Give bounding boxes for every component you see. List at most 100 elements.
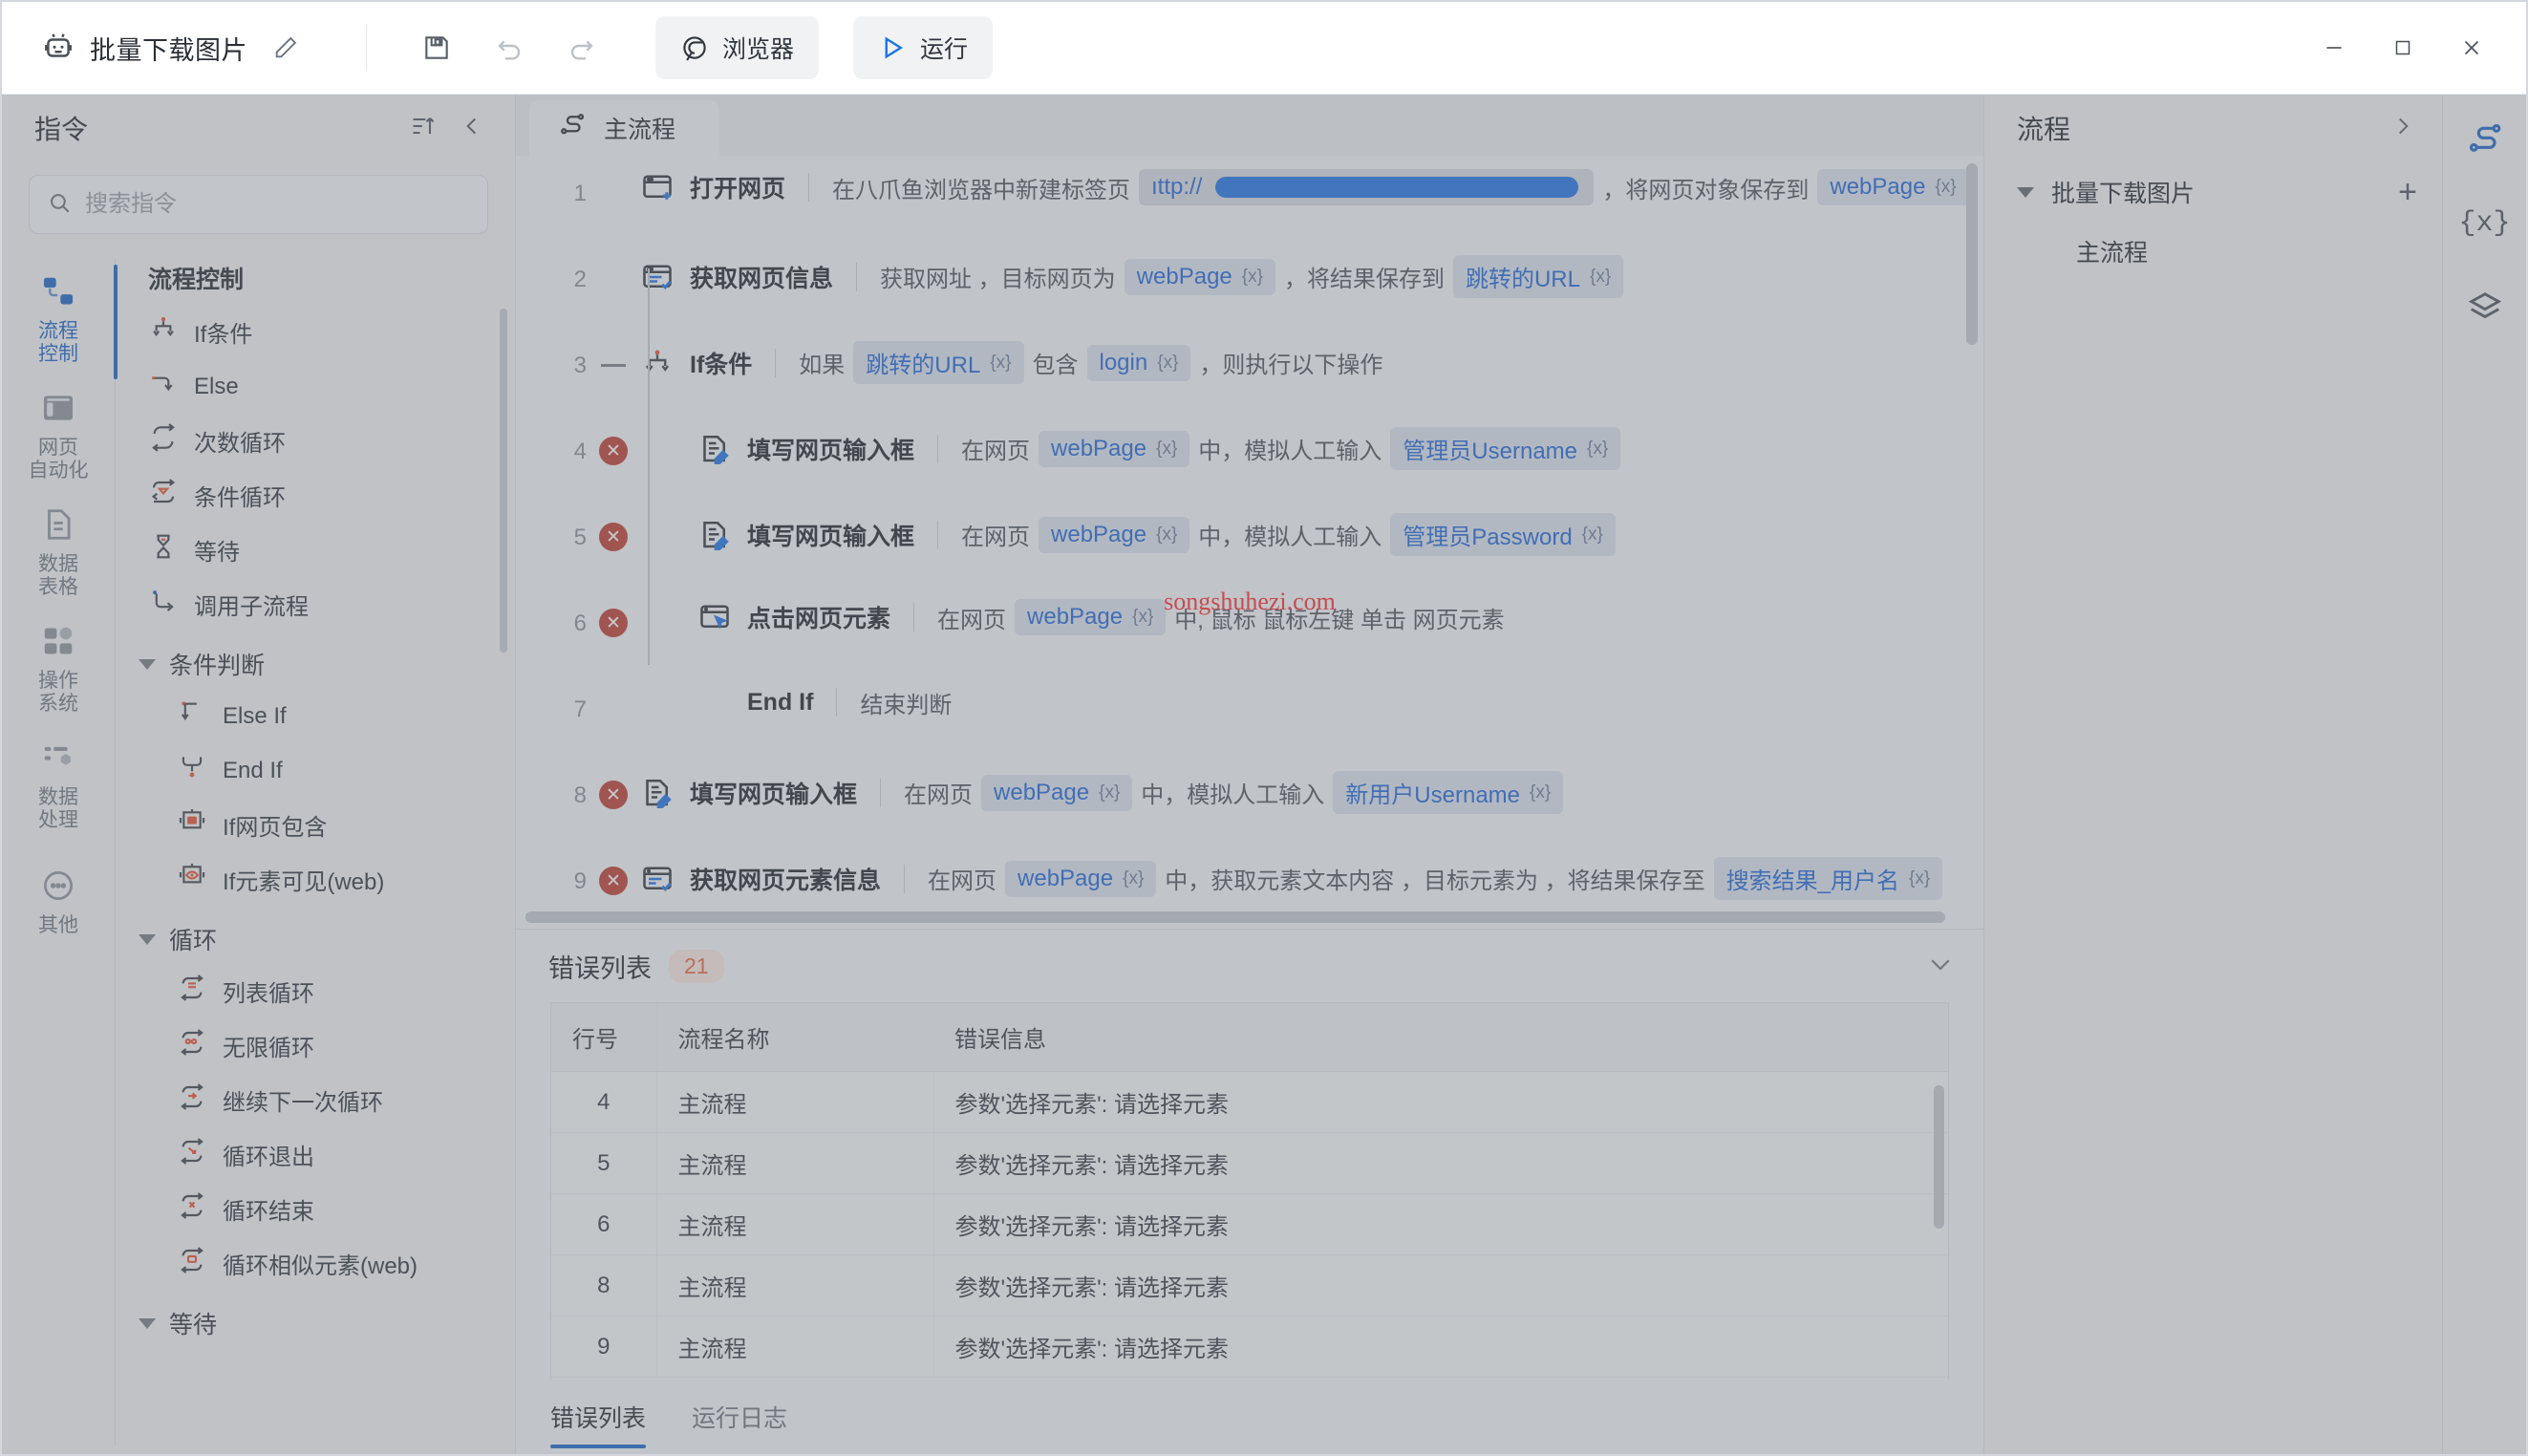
error-table-row[interactable]: 6 主流程 参数'选择元素': 请选择元素 (551, 1193, 1948, 1255)
instruction-else[interactable]: Else (137, 359, 515, 414)
step-url-chip[interactable]: ıttp:// (1139, 169, 1595, 205)
step-variable-chip[interactable]: 管理员Password {x} (1390, 513, 1616, 556)
category-web-automation[interactable]: 网页 自动化 (2, 377, 115, 494)
step-error-badge[interactable]: ✕ (599, 781, 628, 809)
step-variable-chip[interactable]: webPage {x} (1015, 599, 1167, 635)
step-variable-chip[interactable]: webPage {x} (1124, 258, 1275, 295)
step-variable-chip[interactable]: webPage {x} (1039, 516, 1190, 553)
error-table-row[interactable]: 5 主流程 参数'选择元素': 请选择元素 (551, 1132, 1948, 1194)
flow-tree-child-main-flow[interactable]: 主流程 (1984, 223, 2442, 280)
step-error-badge[interactable]: ✕ (599, 609, 628, 637)
run-button[interactable]: 运行 (853, 16, 994, 79)
step-error-badge[interactable]: ✕ (599, 523, 628, 551)
step-variable-chip[interactable]: webPage {x} (981, 774, 1133, 811)
step-text: 在网页 (904, 782, 974, 808)
instruction-if-condition[interactable]: If条件 (137, 305, 515, 359)
instruction-end-loop[interactable]: 循环结束 (137, 1182, 515, 1236)
error-cell: 主流程 (656, 1071, 934, 1133)
error-table-scrollbar[interactable] (1934, 1085, 1944, 1229)
tab-error-list[interactable]: 错误列表 (550, 1380, 647, 1454)
flow-canvas[interactable]: 1 打开网页 在八爪鱼浏览器中新建标签页 ıttp:// ，将网页对象保存到 webPag… (516, 156, 1983, 929)
category-operating-system[interactable]: 操作 系统 (2, 610, 115, 727)
instruction-condition-loop[interactable]: 条件循环 (137, 468, 515, 523)
flow-step[interactable]: 1 打开网页 在八爪鱼浏览器中新建标签页 ıttp:// ，将网页对象保存到 webPag… (516, 156, 1983, 242)
step-collapse-toggle[interactable] (601, 364, 626, 367)
error-table-row[interactable]: 8 主流程 参数'选择元素': 请选择元素 (551, 1254, 1948, 1317)
step-status-flag: ✕ (587, 414, 640, 465)
step-variable-chip[interactable]: webPage {x} (1817, 169, 1969, 205)
instruction-call-subflow[interactable]: 调用子流程 (137, 577, 515, 632)
maximize-icon[interactable] (2373, 20, 2432, 75)
layers-icon[interactable] (2463, 286, 2507, 330)
step-variable-chip[interactable]: 跳转的URL {x} (853, 341, 1024, 384)
category-flow-control[interactable]: 流程 控制 (2, 261, 115, 377)
plus-icon[interactable]: + (2398, 176, 2417, 208)
redo-button[interactable] (550, 16, 613, 79)
chevron-left-icon[interactable] (460, 114, 484, 143)
search-input[interactable] (85, 191, 470, 218)
step-status-flag (587, 672, 640, 695)
step-error-badge[interactable]: ✕ (599, 867, 628, 895)
instruction-if-element-visible[interactable]: If元素可见(web) (137, 852, 515, 907)
flow-step[interactable]: 4 ✕ 填写网页输入框 在网页 webPage {x} 中，模拟人工输入 管理员Usernam… (516, 414, 1983, 500)
instruction-break-loop[interactable]: 循环退出 (137, 1127, 515, 1182)
instruction-loop-similar-elements[interactable]: 循环相似元素(web) (137, 1236, 515, 1291)
flow-step[interactable]: 2 获取网页信息 获取网址 ，目标网页为 webPage {x} ，将结果保存到 跳转的UR… (516, 242, 1983, 328)
flow-step[interactable]: 8 ✕ 填写网页输入框 在网页 webPage {x} 中，模拟人工输入 新用户Usernam… (516, 758, 1983, 844)
flow-step[interactable]: 3 If条件 如果 跳转的URL {x} 包含 login {x} ，则执行以下操作 (516, 328, 1983, 414)
instruction-if-page-contains[interactable]: If网页包含 (137, 798, 515, 852)
tab-run-log[interactable]: 运行日志 (692, 1380, 787, 1454)
instruction-subgroup-header[interactable]: 循环 (137, 907, 515, 964)
step-variable-chip[interactable]: 搜索结果_用户名 {x} (1713, 857, 1943, 900)
error-cell: 参数'选择元素': 请选择元素 (933, 1193, 1948, 1255)
instruction-infinite-loop[interactable]: 无限循环 (137, 1018, 515, 1073)
variables-icon[interactable]: {x} (2459, 202, 2511, 246)
canvas-horizontal-scrollbar[interactable] (525, 911, 1945, 923)
instruction-list-scrollbar[interactable] (500, 309, 507, 653)
step-variable-chip[interactable]: webPage {x} (1039, 430, 1190, 467)
category-data-table[interactable]: 数据 表格 (2, 494, 115, 610)
instruction-continue-loop[interactable]: 继续下一次循环 (137, 1073, 515, 1127)
save-button[interactable] (405, 16, 468, 79)
step-variable-chip[interactable]: 跳转的URL {x} (1452, 255, 1624, 298)
error-table-row[interactable]: 9 主流程 参数'选择元素': 请选择元素 (551, 1316, 1948, 1378)
step-text: 获取网址 ，目标网页为 (880, 267, 1116, 292)
instruction-list-loop[interactable]: 列表循环 (137, 964, 515, 1018)
step-error-badge[interactable]: ✕ (599, 437, 628, 465)
fill-input-icon (640, 776, 675, 810)
data-processing-icon (40, 739, 76, 781)
pencil-edit-icon[interactable] (272, 34, 299, 61)
instruction-subgroup-header[interactable]: 条件判断 (137, 632, 515, 689)
step-number: 2 (573, 267, 587, 292)
category-data-processing[interactable]: 数据 处理 (2, 727, 115, 844)
error-table-row[interactable]: 4 主流程 参数'选择元素': 请选择元素 (551, 1071, 1948, 1133)
step-status-flag (587, 328, 640, 367)
canvas-vertical-scrollbar[interactable] (1966, 163, 1978, 345)
instruction-end-if[interactable]: End If (137, 743, 515, 798)
flow-s-icon[interactable] (2463, 118, 2507, 161)
instruction-else-if[interactable]: Else If (137, 689, 515, 743)
instruction-list: 流程控制 If条件 Else 次数循环 条件循环 等待 调用子流程 条件判断 Else If… (116, 251, 515, 1454)
chevron-down-icon[interactable] (1926, 950, 1955, 983)
category-more-ellipsis[interactable]: 其他 (2, 844, 115, 960)
search-instruction-box[interactable] (29, 175, 488, 234)
flow-tree-root[interactable]: 批量下载图片 + (1984, 161, 2442, 223)
flow-step[interactable]: 5 ✕ 填写网页输入框 在网页 webPage {x} 中，模拟人工输入 管理员Passwor… (516, 500, 1983, 586)
if-block-guideline (648, 268, 650, 665)
step-variable-chip[interactable]: login {x} (1086, 344, 1191, 381)
undo-button[interactable] (478, 16, 541, 79)
instruction-subgroup-header[interactable]: 等待 (137, 1291, 515, 1348)
sort-list-icon[interactable] (410, 113, 437, 144)
close-icon[interactable] (2442, 20, 2501, 75)
instruction-count-loop[interactable]: 次数循环 (137, 414, 515, 468)
flow-step[interactable]: 7 End If 结束判断 (516, 672, 1983, 758)
watermark: songshuhezi.com (1164, 588, 1336, 615)
tab-main-flow[interactable]: 主流程 (529, 100, 720, 156)
step-variable-chip[interactable]: 管理员Username {x} (1390, 427, 1621, 470)
chevron-right-icon[interactable] (2390, 114, 2415, 143)
step-variable-chip[interactable]: webPage {x} (1005, 860, 1157, 897)
instruction-hourglass-wait[interactable]: 等待 (137, 523, 515, 577)
minimize-icon[interactable] (2304, 20, 2364, 75)
step-variable-chip[interactable]: 新用户Username {x} (1333, 771, 1564, 814)
browser-button[interactable]: 浏览器 (655, 16, 820, 79)
